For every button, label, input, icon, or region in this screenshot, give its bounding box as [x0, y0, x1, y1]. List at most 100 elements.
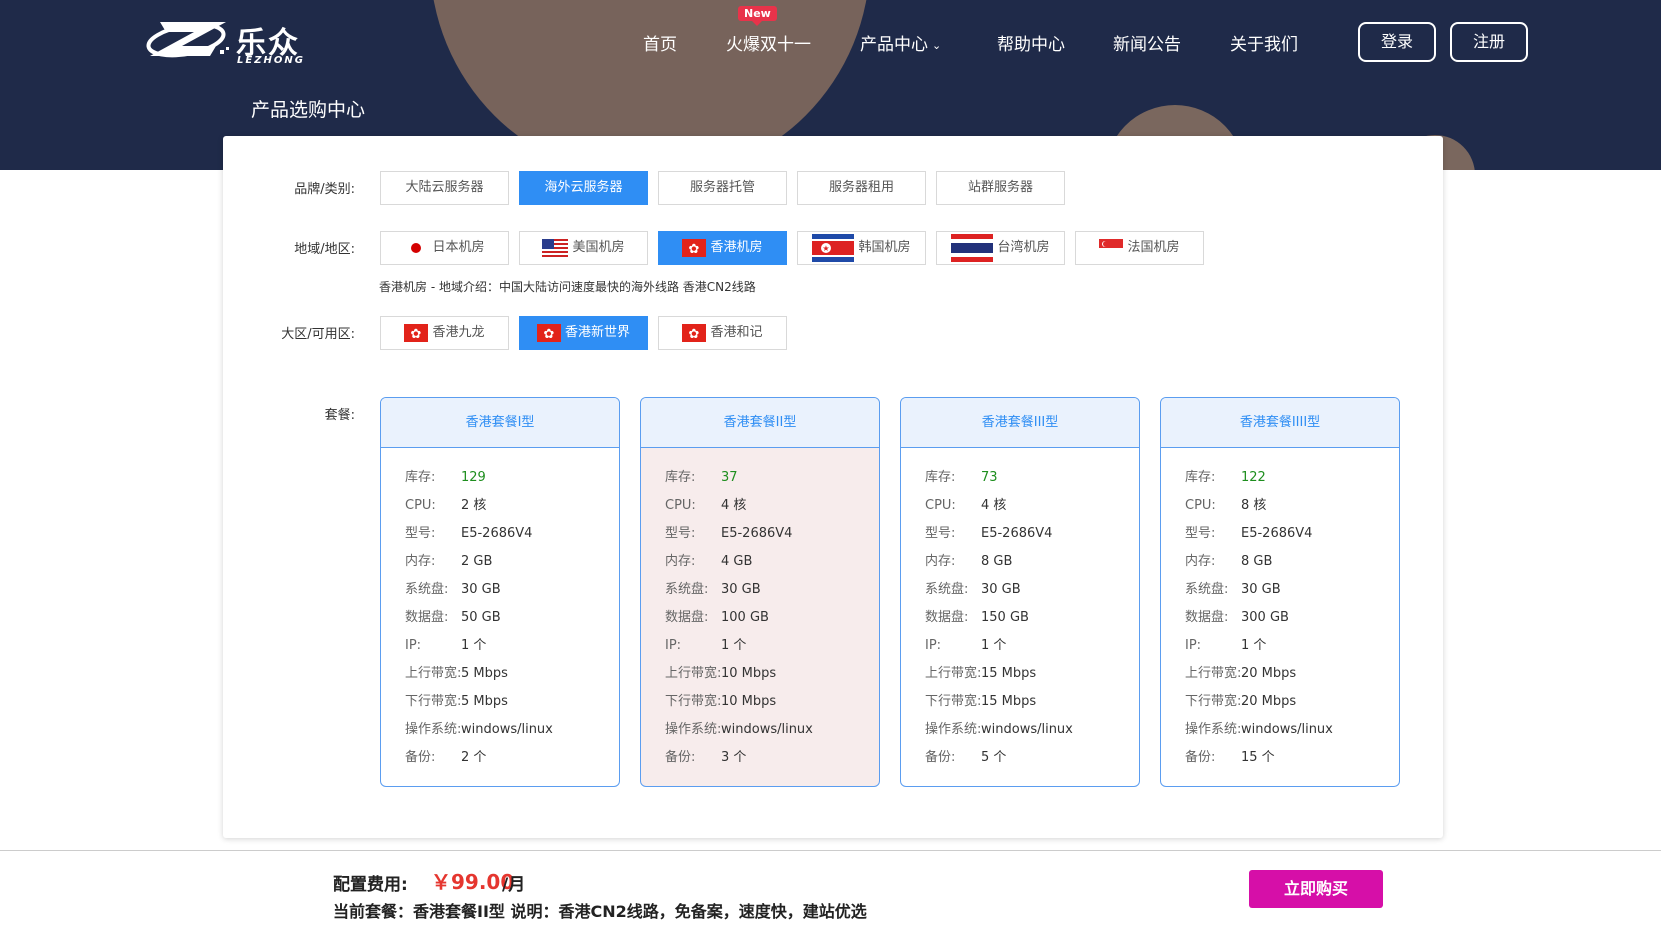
spec-value: 2 核 — [461, 498, 487, 513]
spec-row: IP: 1 个 — [925, 634, 1006, 653]
spec-row: 内存: 2 GB — [405, 550, 492, 569]
spec-value: 2 GB — [461, 554, 493, 569]
spec-key: 库存: — [665, 470, 696, 485]
price-unit: /月 — [502, 875, 526, 895]
spec-value: 8 GB — [1241, 554, 1273, 569]
new-badge: New — [738, 6, 777, 26]
spec-key: 操作系统: — [925, 722, 982, 737]
brand-option[interactable]: 服务器托管 — [658, 171, 787, 205]
spec-value: 30 GB — [721, 582, 761, 597]
register-button[interactable]: 注册 — [1450, 22, 1528, 62]
spec-value: E5-2686V4 — [981, 526, 1053, 541]
zone-option[interactable]: ✿ 香港和记 — [658, 316, 787, 350]
spec-key: 下行带宽: — [665, 694, 722, 709]
spec-value: 30 GB — [461, 582, 501, 597]
spec-row: 上行带宽:5 Mbps — [405, 662, 508, 681]
spec-value: 300 GB — [1241, 610, 1289, 625]
login-button[interactable]: 登录 — [1358, 22, 1436, 62]
nav-about[interactable]: 关于我们 — [1230, 30, 1298, 60]
spec-row: 上行带宽:15 Mbps — [925, 662, 1036, 681]
spec-key: 系统盘: — [1185, 582, 1229, 597]
spec-key: IP: — [405, 638, 422, 653]
spec-key: CPU: — [665, 498, 696, 513]
spec-key: 下行带宽: — [405, 694, 462, 709]
brand-option[interactable]: 大陆云服务器 — [380, 171, 509, 205]
brand-option-selected[interactable]: 海外云服务器 — [519, 171, 648, 205]
spec-key: IP: — [665, 638, 682, 653]
spec-row: 备份: 5 个 — [925, 746, 1006, 765]
brand-option[interactable]: 服务器租用 — [797, 171, 926, 205]
spec-row: 库存: 73 — [925, 466, 998, 485]
spec-row: CPU: 2 核 — [405, 494, 486, 513]
spec-row: 下行带宽:5 Mbps — [405, 690, 508, 709]
spec-key: 上行带宽: — [1185, 666, 1242, 681]
spec-key: 上行带宽: — [665, 666, 722, 681]
hongkong-flag-icon: ✿ — [682, 323, 707, 342]
spec-value: 5 Mbps — [461, 694, 508, 709]
spec-key: 数据盘: — [925, 610, 969, 625]
package-card[interactable]: 香港套餐IIII型 库存: 122 CPU: 8 核 型号: E5-2686V4 内存… — [1160, 397, 1400, 787]
spec-row: 系统盘: 30 GB — [1185, 578, 1281, 597]
spec-value: 8 核 — [1241, 498, 1267, 513]
spec-row: 内存: 8 GB — [1185, 550, 1272, 569]
spec-key: 上行带宽: — [405, 666, 462, 681]
spec-value: windows/linux — [721, 722, 813, 737]
zone-option-selected[interactable]: ✿ 香港新世界 — [519, 316, 648, 350]
nav-news[interactable]: 新闻公告 — [1113, 30, 1181, 60]
spec-value: 37 — [721, 470, 738, 485]
spec-key: 型号: — [1185, 526, 1216, 541]
spec-row: 下行带宽:20 Mbps — [1185, 690, 1296, 709]
spec-row: CPU: 4 核 — [925, 494, 1006, 513]
spec-row: 操作系统:windows/linux — [665, 718, 813, 737]
region-option-japan[interactable]: 日本机房 — [380, 231, 509, 265]
spec-value: E5-2686V4 — [1241, 526, 1313, 541]
spec-value: 15 个 — [1241, 750, 1275, 765]
spec-value: 4 核 — [981, 498, 1007, 513]
spec-key: 型号: — [405, 526, 436, 541]
spec-value: 100 GB — [721, 610, 769, 625]
footer-divider — [0, 850, 1661, 851]
spec-key: 内存: — [665, 554, 696, 569]
nav-home[interactable]: 首页 — [643, 30, 677, 60]
spec-row: 操作系统:windows/linux — [1185, 718, 1333, 737]
region-option-hongkong-selected[interactable]: ✿ 香港机房 — [658, 231, 787, 265]
spec-row: 系统盘: 30 GB — [405, 578, 501, 597]
region-option-label: 美国机房 — [572, 240, 625, 255]
spec-key: CPU: — [1185, 498, 1216, 513]
brand-option[interactable]: 站群服务器 — [936, 171, 1065, 205]
spec-key: 系统盘: — [405, 582, 449, 597]
page-title: 产品选购中心 — [251, 99, 366, 121]
package-card[interactable]: 香港套餐III型 库存: 73 CPU: 4 核 型号: E5-2686V4 内存: 8… — [900, 397, 1140, 787]
svg-text:✿: ✿ — [411, 327, 422, 342]
region-option-korea[interactable]: ★ 韩国机房 — [797, 231, 926, 265]
spec-row: 备份: 15 个 — [1185, 746, 1275, 765]
package-card-selected[interactable]: 香港套餐II型 库存: 37 CPU: 4 核 型号: E5-2686V4 内存: 4 … — [640, 397, 880, 787]
spec-value: 73 — [981, 470, 998, 485]
spec-value: 1 个 — [981, 638, 1007, 653]
region-description: 香港机房 - 地域介绍：中国大陆访问速度最快的海外线路 香港CN2线路 — [379, 280, 756, 294]
cost-label: 配置费用: — [333, 875, 408, 895]
buy-now-button[interactable]: 立即购买 — [1249, 870, 1383, 908]
spec-value: 1 个 — [461, 638, 487, 653]
spec-row: 库存: 37 — [665, 466, 738, 485]
spec-value: 3 个 — [721, 750, 747, 765]
nav-double11[interactable]: 火爆双十一 — [726, 30, 811, 60]
nav-products[interactable]: 产品中心 ⌄ — [860, 30, 941, 61]
zone-option[interactable]: ✿ 香港九龙 — [380, 316, 509, 350]
nav-help[interactable]: 帮助中心 — [997, 30, 1065, 60]
spec-key: IP: — [925, 638, 942, 653]
region-option-france[interactable]: 法国机房 — [1075, 231, 1204, 265]
region-option-taiwan[interactable]: 台湾机房 — [936, 231, 1065, 265]
site-logo[interactable]: 乐众 LEZHONG — [146, 16, 318, 66]
spec-row: 上行带宽:20 Mbps — [1185, 662, 1296, 681]
region-option-usa[interactable]: 美国机房 — [519, 231, 648, 265]
package-title: 香港套餐II型 — [641, 398, 879, 448]
spec-value: 5 个 — [981, 750, 1007, 765]
spec-row: IP: 1 个 — [1185, 634, 1266, 653]
package-card[interactable]: 香港套餐I型 库存: 129 CPU: 2 核 型号: E5-2686V4 内存: 2 … — [380, 397, 620, 787]
spec-key: 操作系统: — [405, 722, 462, 737]
spec-value: 1 个 — [721, 638, 747, 653]
spec-key: 数据盘: — [665, 610, 709, 625]
spec-row: 型号: E5-2686V4 — [925, 522, 1052, 541]
spec-value: 4 GB — [721, 554, 753, 569]
